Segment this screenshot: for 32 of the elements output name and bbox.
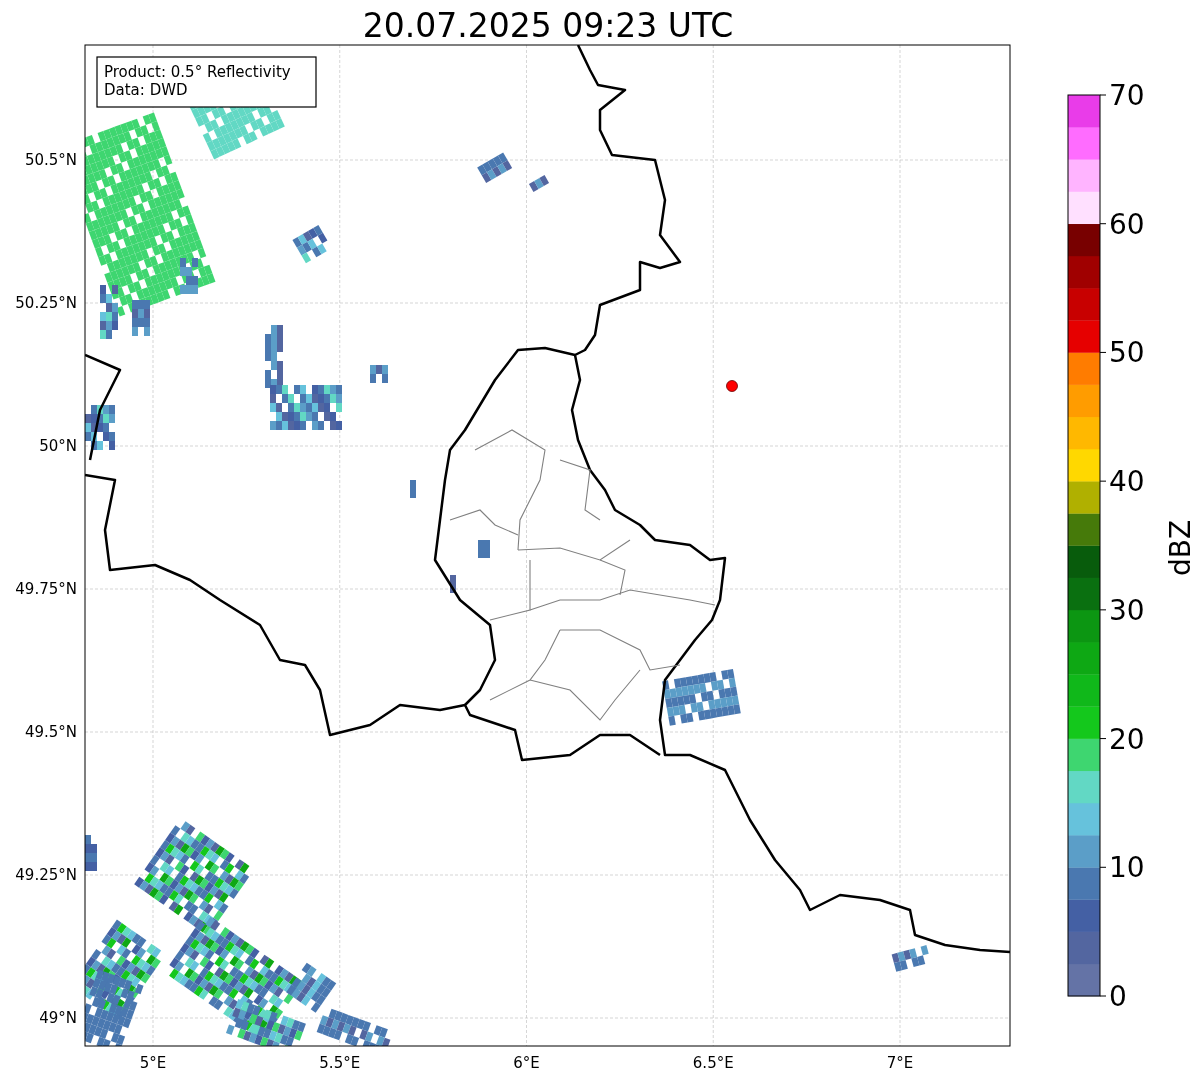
colorbar-tick-label: 30 — [1109, 593, 1145, 627]
latitude-label: 49.5°N — [24, 723, 77, 741]
colorbar-label: dBZ — [1164, 519, 1197, 577]
tick-mark — [1099, 223, 1107, 225]
colorbar-tick-label: 20 — [1109, 722, 1145, 756]
info-text: Data: DWD — [104, 81, 188, 99]
tick-mark — [1099, 480, 1107, 482]
longitude-label: 6.5°E — [692, 1054, 734, 1072]
colorbar-tick-label: 10 — [1109, 851, 1145, 885]
colorbar-tick-label: 70 — [1109, 79, 1145, 112]
latitude-label: 49°N — [39, 1009, 77, 1027]
tick-mark — [1099, 351, 1107, 353]
chart-title: 20.07.2025 09:23 UTC — [362, 6, 734, 45]
latitude-label: 50.5°N — [24, 151, 77, 169]
colorbar-tick-label: 40 — [1109, 465, 1145, 499]
colorbar-tick-label: 0 — [1109, 980, 1127, 1013]
colorbar-tick-label: 60 — [1109, 207, 1145, 241]
tick-mark — [1099, 866, 1107, 868]
latitude-label: 50.25°N — [15, 294, 77, 312]
tick-mark — [1099, 94, 1107, 96]
colorbar-tick-label: 50 — [1109, 336, 1145, 370]
tick-mark — [1099, 609, 1107, 611]
longitude-label: 7°E — [886, 1054, 914, 1072]
latitude-label: 49.75°N — [15, 580, 77, 598]
info-text: Product: 0.5° Reflectivity — [104, 63, 291, 81]
tick-mark — [1099, 738, 1107, 740]
latitude-label: 49.25°N — [15, 866, 77, 884]
latitude-label: 50°N — [39, 437, 77, 455]
longitude-label: 6°E — [513, 1054, 540, 1072]
tick-mark — [1099, 995, 1107, 997]
longitude-label: 5°E — [139, 1054, 167, 1072]
longitude-label: 5.5°E — [319, 1054, 361, 1072]
